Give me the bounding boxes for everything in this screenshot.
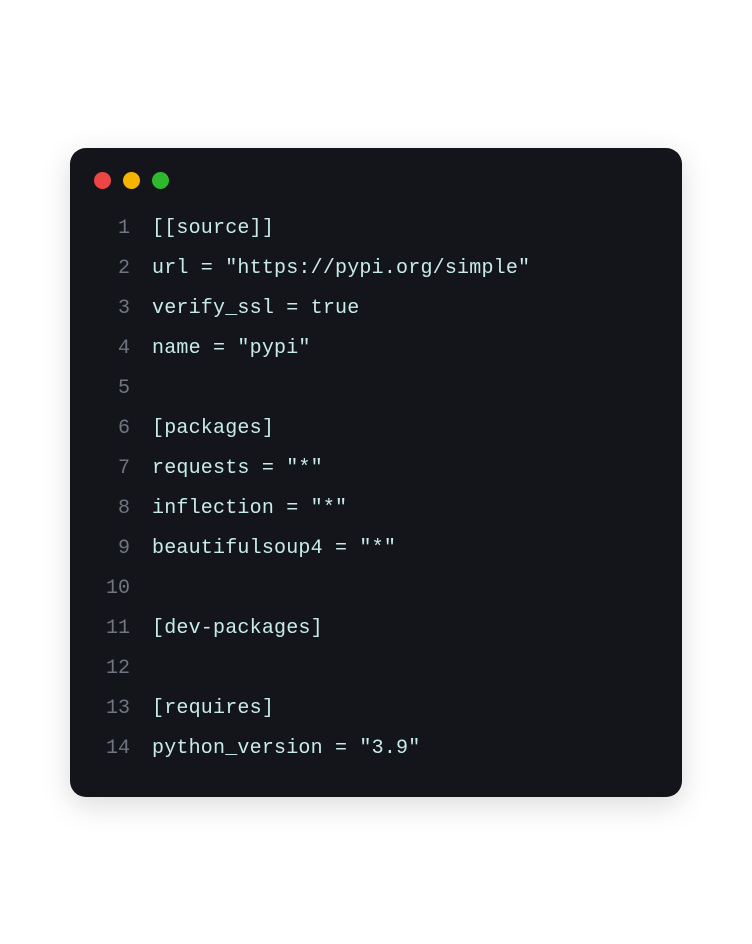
code-line: 13 [requires] [94,689,658,729]
line-number: 4 [94,329,130,369]
window-titlebar [70,148,682,201]
code-text: url = "https://pypi.org/simple" [152,249,530,289]
line-number: 6 [94,409,130,449]
line-number: 3 [94,289,130,329]
code-line: 8 inflection = "*" [94,489,658,529]
line-number: 5 [94,369,130,409]
code-line: 6 [packages] [94,409,658,449]
code-text: name = "pypi" [152,329,311,369]
code-text: [requires] [152,689,274,729]
code-line: 10 [94,569,658,609]
code-text: python_version = "3.9" [152,729,420,769]
code-text: requests = "*" [152,449,323,489]
code-line: 7 requests = "*" [94,449,658,489]
line-number: 13 [94,689,130,729]
line-number: 14 [94,729,130,769]
code-text: [dev-packages] [152,609,323,649]
line-number: 10 [94,569,130,609]
code-line: 14 python_version = "3.9" [94,729,658,769]
close-icon[interactable] [94,172,111,189]
code-line: 2 url = "https://pypi.org/simple" [94,249,658,289]
line-number: 12 [94,649,130,689]
line-number: 2 [94,249,130,289]
line-number: 9 [94,529,130,569]
code-line: 11 [dev-packages] [94,609,658,649]
code-text: inflection = "*" [152,489,347,529]
code-line: 12 [94,649,658,689]
code-line: 1 [[source]] [94,209,658,249]
code-line: 5 [94,369,658,409]
maximize-icon[interactable] [152,172,169,189]
code-text: [[source]] [152,209,274,249]
code-line: 4 name = "pypi" [94,329,658,369]
editor-window: 1 [[source]] 2 url = "https://pypi.org/s… [70,148,682,797]
minimize-icon[interactable] [123,172,140,189]
line-number: 8 [94,489,130,529]
line-number: 11 [94,609,130,649]
code-text: [packages] [152,409,274,449]
code-line: 9 beautifulsoup4 = "*" [94,529,658,569]
code-text: verify_ssl = true [152,289,359,329]
code-block: 1 [[source]] 2 url = "https://pypi.org/s… [70,201,682,769]
code-line: 3 verify_ssl = true [94,289,658,329]
line-number: 1 [94,209,130,249]
line-number: 7 [94,449,130,489]
code-text: beautifulsoup4 = "*" [152,529,396,569]
